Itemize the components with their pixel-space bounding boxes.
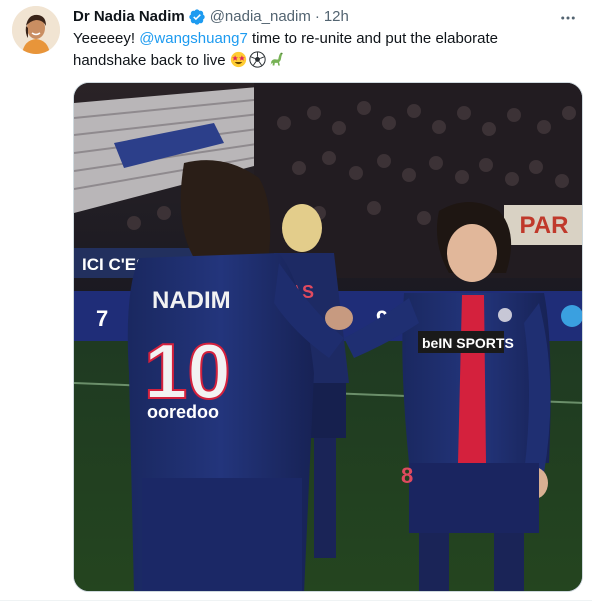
tweet-header: Dr Nadia Nadim @nadia_nadim · 12h xyxy=(73,7,349,27)
svg-text:ooredoo: ooredoo xyxy=(147,402,219,422)
svg-text:8: 8 xyxy=(401,463,413,488)
svg-text:PAR: PAR xyxy=(520,212,569,239)
mention-link[interactable]: @wangshuang7 xyxy=(139,30,248,47)
avatar-image xyxy=(12,6,60,54)
author-handle[interactable]: @nadia_nadim xyxy=(210,7,311,27)
timestamp[interactable]: 12h xyxy=(324,7,349,27)
author-name[interactable]: Dr Nadia Nadim xyxy=(73,7,185,27)
svg-text:7: 7 xyxy=(96,306,108,331)
photo-scene: PAR ICI C'EST 7 9 xyxy=(74,83,582,591)
tweet-text-before: Yeeeeey! xyxy=(73,30,140,47)
svg-text:beIN SPORTS: beIN SPORTS xyxy=(422,335,514,351)
sauropod-emoji xyxy=(268,51,285,68)
soccer-ball-emoji xyxy=(249,51,266,68)
avatar[interactable] xyxy=(12,6,60,54)
tweet-photo[interactable]: PAR ICI C'EST 7 9 xyxy=(73,82,583,592)
verified-icon xyxy=(188,8,206,26)
fan-banner: PAR xyxy=(504,205,582,245)
tweet[interactable]: Dr Nadia Nadim @nadia_nadim · 12h Yeeeee… xyxy=(0,0,592,601)
more-options-icon[interactable] xyxy=(558,8,578,28)
svg-text:NADIM: NADIM xyxy=(152,287,231,314)
tweet-text: Yeeeeey! @wangshuang7 time to re-unite a… xyxy=(73,28,573,72)
star-struck-emoji xyxy=(230,51,247,68)
separator: · xyxy=(314,8,320,25)
